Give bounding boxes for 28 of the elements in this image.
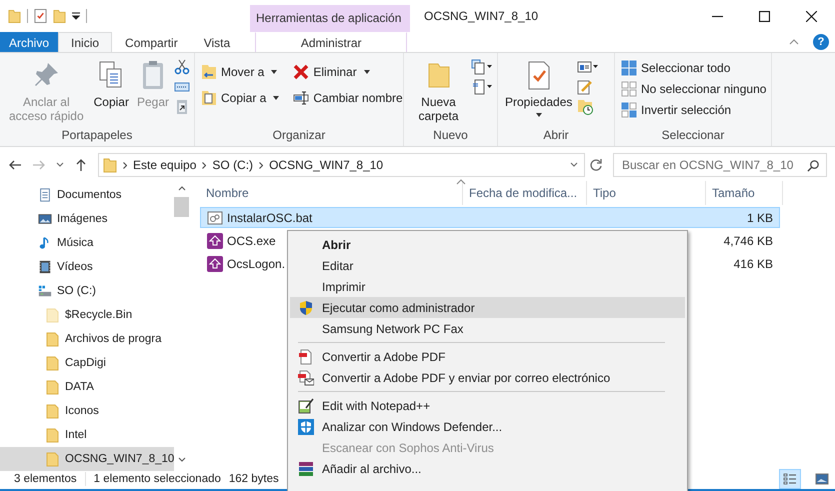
sidebar-label: OCSNG_WIN7_8_10 [65,453,174,465]
sidebar-label: $Recycle.Bin [65,309,132,321]
sidebar-label: Música [57,237,94,249]
sidebar-label: DATA [65,381,94,393]
file-size: 4,746 KB [722,232,774,250]
group-label: Abrir [542,128,570,144]
file-size: 416 KB [732,256,774,272]
sidebar-label: SO (C:) [57,285,96,297]
group-label: Portapapeles [60,128,134,144]
selection-info: 1 elemento seleccionado [94,473,221,485]
file-name: OcsLogon. [227,256,286,270]
sidebar-label: CapDigi [65,357,106,369]
group-label: Seleccionar [660,128,726,144]
sidebar-label: Iconos [65,405,99,417]
sidebar-label: Intel [65,429,87,441]
item-count: 3 elementos [14,473,77,485]
sidebar-label: Imágenes [57,213,108,225]
group-label: Organizar [272,128,326,144]
file-size: 1 KB [746,210,774,226]
file-name: InstalarOSC.bat [227,210,312,224]
file-name: OCS.exe [227,234,276,248]
sidebar-label: Archivos de progra [65,333,162,345]
selection-size: 162 bytes [228,473,279,485]
sidebar-label: Vídeos [57,261,93,273]
sidebar-label: Documentos [57,189,122,201]
contextual-tab-header: Herramientas de aplicación [250,5,410,32]
window-title: OCSNG_WIN7_8_10 [424,9,538,23]
group-label: Nuevo [432,128,469,144]
